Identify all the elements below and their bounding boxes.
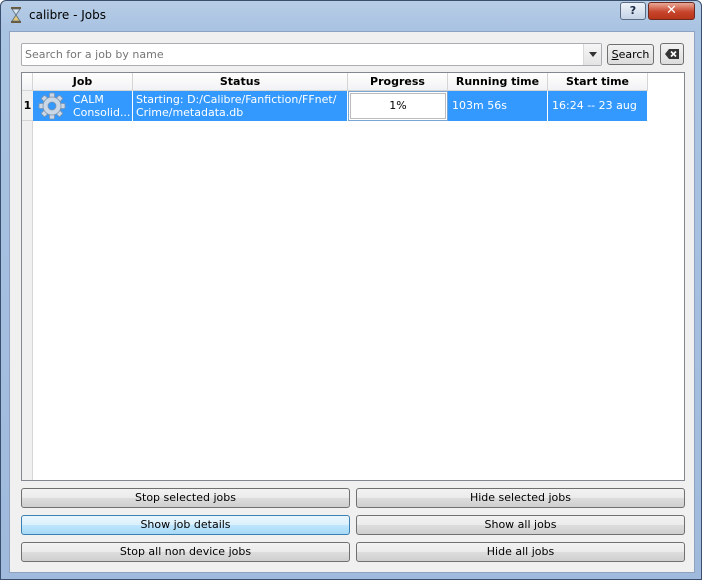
- column-header-job[interactable]: Job: [33, 73, 133, 91]
- search-button[interactable]: Search: [607, 44, 654, 65]
- title-bar[interactable]: calibre - Jobs ? ✕: [1, 1, 701, 29]
- cell-status[interactable]: Starting: D:/Calibre/Fanfiction/FFnet/ C…: [133, 91, 348, 121]
- hide-selected-jobs-button[interactable]: Hide selected jobs: [356, 488, 685, 508]
- column-header-status[interactable]: Status: [133, 73, 348, 91]
- search-combobox[interactable]: [21, 43, 602, 66]
- row-header-column: [22, 73, 33, 480]
- column-header-progress[interactable]: Progress: [348, 73, 448, 91]
- table-corner: [22, 73, 33, 91]
- cell-progress[interactable]: 1%: [348, 91, 448, 121]
- cell-job[interactable]: CALM Consolid...: [33, 91, 133, 121]
- jobs-window: calibre - Jobs ? ✕ Search Job Status Pro…: [0, 0, 702, 580]
- help-button[interactable]: ?: [620, 2, 646, 20]
- cell-running-time[interactable]: 103m 56s: [448, 91, 548, 121]
- stop-selected-jobs-button[interactable]: Stop selected jobs: [21, 488, 350, 508]
- progress-value: 1%: [350, 93, 446, 119]
- cell-start-time[interactable]: 16:24 -- 23 aug: [548, 91, 648, 121]
- column-header-running-time[interactable]: Running time: [448, 73, 548, 91]
- jobs-dialog-body: Search Job Status Progress Running time …: [9, 31, 695, 573]
- search-input[interactable]: [22, 44, 582, 65]
- close-button[interactable]: ✕: [648, 2, 695, 20]
- show-job-details-button[interactable]: Show job details: [21, 515, 350, 535]
- clear-search-button[interactable]: [660, 43, 684, 65]
- window-title: calibre - Jobs: [29, 8, 106, 22]
- row-number[interactable]: 1: [22, 91, 33, 121]
- jobs-table[interactable]: Job Status Progress Running time Start t…: [21, 72, 685, 481]
- gear-icon: [38, 92, 66, 120]
- hourglass-icon: [11, 7, 21, 23]
- column-header-start-time[interactable]: Start time: [548, 73, 648, 91]
- show-all-jobs-button[interactable]: Show all jobs: [356, 515, 685, 535]
- dropdown-arrow-icon[interactable]: [583, 44, 601, 65]
- stop-all-non-device-jobs-button[interactable]: Stop all non device jobs: [21, 542, 350, 562]
- job-status: Starting: D:/Calibre/Fanfiction/FFnet/ C…: [136, 93, 337, 119]
- hide-all-jobs-button[interactable]: Hide all jobs: [356, 542, 685, 562]
- job-name: CALM Consolid...: [73, 93, 131, 119]
- clear-search-icon: [665, 49, 679, 59]
